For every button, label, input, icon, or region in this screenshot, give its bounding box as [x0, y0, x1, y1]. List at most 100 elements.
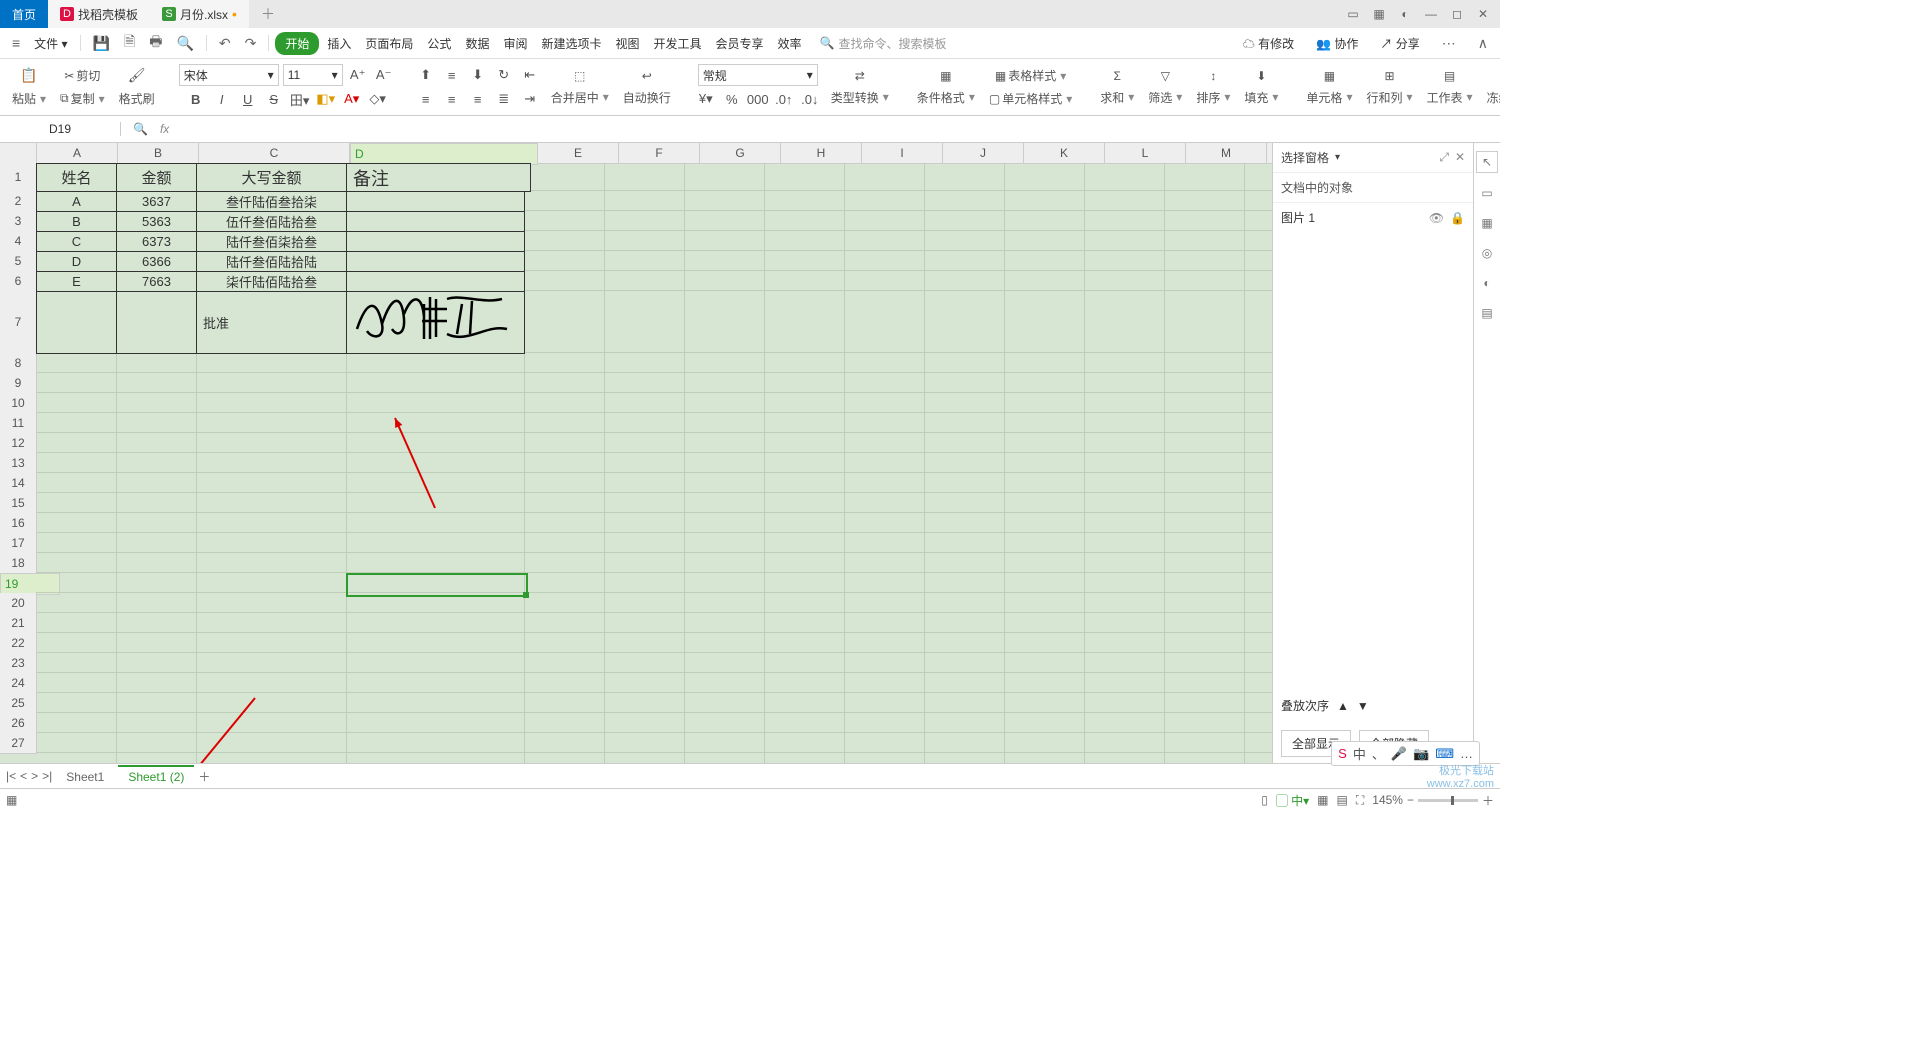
filter-icon[interactable]: ▽: [1157, 67, 1174, 85]
row-header-10[interactable]: 10: [0, 393, 37, 414]
save-icon[interactable]: 💾: [87, 31, 116, 56]
tab-member[interactable]: 会员专享: [710, 31, 770, 56]
row-header-7[interactable]: 7: [0, 291, 37, 354]
inc-font-icon[interactable]: A⁺: [347, 64, 369, 86]
spreadsheet-grid[interactable]: ABCDEFGHIJKLM 12345678910111213141516171…: [0, 143, 1272, 763]
more-icon[interactable]: ⋯: [1436, 31, 1462, 56]
row-header-3[interactable]: 3: [0, 211, 37, 232]
tab-home[interactable]: 首页: [0, 0, 48, 28]
saveas-icon[interactable]: 🗎: [118, 27, 141, 59]
tab-view[interactable]: 视图: [609, 31, 645, 56]
command-search[interactable]: 🔍查找命令、搜索模板: [820, 35, 947, 52]
tab-data[interactable]: 数据: [459, 31, 495, 56]
status-icon[interactable]: ▦: [6, 793, 17, 807]
indent-dec-icon[interactable]: ⇤: [519, 64, 541, 86]
align-top-icon[interactable]: ⬆: [415, 64, 437, 86]
underline-button[interactable]: U: [237, 88, 259, 110]
paste-label[interactable]: 粘贴: [8, 88, 50, 109]
cell-B3[interactable]: 5363: [116, 211, 197, 232]
layout-icon[interactable]: ▭: [1344, 7, 1362, 21]
tab-eff[interactable]: 效率: [772, 31, 808, 56]
tab-insert[interactable]: 插入: [321, 31, 357, 56]
zoom-control[interactable]: 145% − ＋: [1372, 792, 1494, 809]
row-header-8[interactable]: 8: [0, 353, 37, 374]
tab-template[interactable]: D找稻壳模板: [48, 0, 150, 28]
cell-D3[interactable]: [346, 211, 525, 232]
sort-icon[interactable]: ↕: [1206, 67, 1220, 85]
cell-D4[interactable]: [346, 231, 525, 252]
align-just-icon[interactable]: ≣: [493, 88, 515, 110]
strike-button[interactable]: S: [263, 88, 285, 110]
col-header-J[interactable]: J: [943, 143, 1024, 163]
row-header-13[interactable]: 13: [0, 453, 37, 474]
merge-icon[interactable]: ⬚: [570, 67, 589, 85]
percent-icon[interactable]: %: [721, 88, 743, 110]
first-sheet-icon[interactable]: |<: [6, 769, 16, 783]
col-header-H[interactable]: H: [781, 143, 862, 163]
bring-front-icon[interactable]: ▲: [1337, 699, 1349, 713]
row-header-11[interactable]: 11: [0, 413, 37, 434]
cell-A1[interactable]: 姓名: [36, 163, 117, 192]
decdec-icon[interactable]: .0↓: [799, 88, 821, 110]
side-tool-4-icon[interactable]: ◐: [1477, 273, 1497, 293]
row-header-24[interactable]: 24: [0, 673, 37, 694]
side-tool-2-icon[interactable]: ▦: [1477, 213, 1497, 233]
share-button[interactable]: ↗ 分享: [1374, 31, 1425, 56]
row-header-18[interactable]: 18: [0, 553, 37, 574]
cell-D5[interactable]: [346, 251, 525, 272]
select-all-corner[interactable]: [0, 143, 37, 163]
tab-newtab[interactable]: 新建选项卡: [535, 31, 607, 56]
cell-C1[interactable]: 大写金额: [196, 163, 347, 192]
send-back-icon[interactable]: ▼: [1357, 699, 1369, 713]
minimize-button[interactable]: —: [1422, 7, 1440, 21]
panel-item[interactable]: 图片 1 👁🔒: [1273, 203, 1473, 232]
redo-icon[interactable]: ↷: [239, 31, 263, 56]
row-header-15[interactable]: 15: [0, 493, 37, 514]
menu-icon[interactable]: ≡: [6, 31, 26, 55]
col-header-E[interactable]: E: [538, 143, 619, 163]
align-right-icon[interactable]: ≡: [467, 88, 489, 110]
view-reading-icon[interactable]: ▢ 中▾: [1276, 792, 1309, 809]
undo-icon[interactable]: ↶: [213, 31, 237, 56]
row-header-2[interactable]: 2: [0, 191, 37, 212]
row-header-17[interactable]: 17: [0, 533, 37, 554]
cell-C2[interactable]: 叁仟陆佰叁拾柒: [196, 191, 347, 212]
tab-start[interactable]: 开始: [275, 32, 319, 55]
row-header-22[interactable]: 22: [0, 633, 37, 654]
cell-A7[interactable]: [36, 291, 117, 354]
tab-layout[interactable]: 页面布局: [359, 31, 419, 56]
copy-button[interactable]: ⧉ 复制: [56, 88, 109, 109]
col-header-C[interactable]: C: [199, 143, 350, 163]
bold-button[interactable]: B: [185, 88, 207, 110]
row-header-4[interactable]: 4: [0, 231, 37, 252]
panel-close-icon[interactable]: ✕: [1455, 150, 1465, 165]
cond-label[interactable]: 条件格式: [913, 87, 979, 108]
cond-icon[interactable]: ▦: [936, 67, 955, 85]
fx-search-icon[interactable]: 🔍: [121, 122, 160, 136]
cell-C5[interactable]: 陆仟叁佰陆拾陆: [196, 251, 347, 272]
tab-file-current[interactable]: S月份.xlsx•: [150, 0, 249, 28]
last-sheet-icon[interactable]: >|: [42, 769, 52, 783]
select-tool-icon[interactable]: ↖: [1476, 151, 1498, 173]
tab-dev[interactable]: 开发工具: [648, 31, 708, 56]
preview-icon[interactable]: 🔍: [170, 31, 199, 56]
signature-image[interactable]: [352, 289, 512, 352]
row-header-12[interactable]: 12: [0, 433, 37, 454]
cell-B7[interactable]: [116, 291, 197, 354]
row-header-25[interactable]: 25: [0, 693, 37, 714]
cut-button[interactable]: ✂ 剪切: [60, 65, 104, 86]
fill-icon[interactable]: ⬇: [1252, 67, 1270, 85]
orient-icon[interactable]: ↻: [493, 64, 515, 86]
next-sheet-icon[interactable]: >: [31, 769, 38, 783]
side-tool-3-icon[interactable]: ◎: [1477, 243, 1497, 263]
cell-B2[interactable]: 3637: [116, 191, 197, 212]
row-header-5[interactable]: 5: [0, 251, 37, 272]
fillcolor-button[interactable]: ◧▾: [315, 88, 337, 110]
cellstyle-button[interactable]: ▢ 单元格样式: [985, 88, 1076, 109]
row-header-26[interactable]: 26: [0, 713, 37, 734]
cell-C4[interactable]: 陆仟叁佰柒拾叁: [196, 231, 347, 252]
row-header-6[interactable]: 6: [0, 271, 37, 292]
apps-icon[interactable]: ▦: [1370, 7, 1388, 21]
maximize-button[interactable]: ◻: [1448, 7, 1466, 21]
row-header-20[interactable]: 20: [0, 593, 37, 614]
